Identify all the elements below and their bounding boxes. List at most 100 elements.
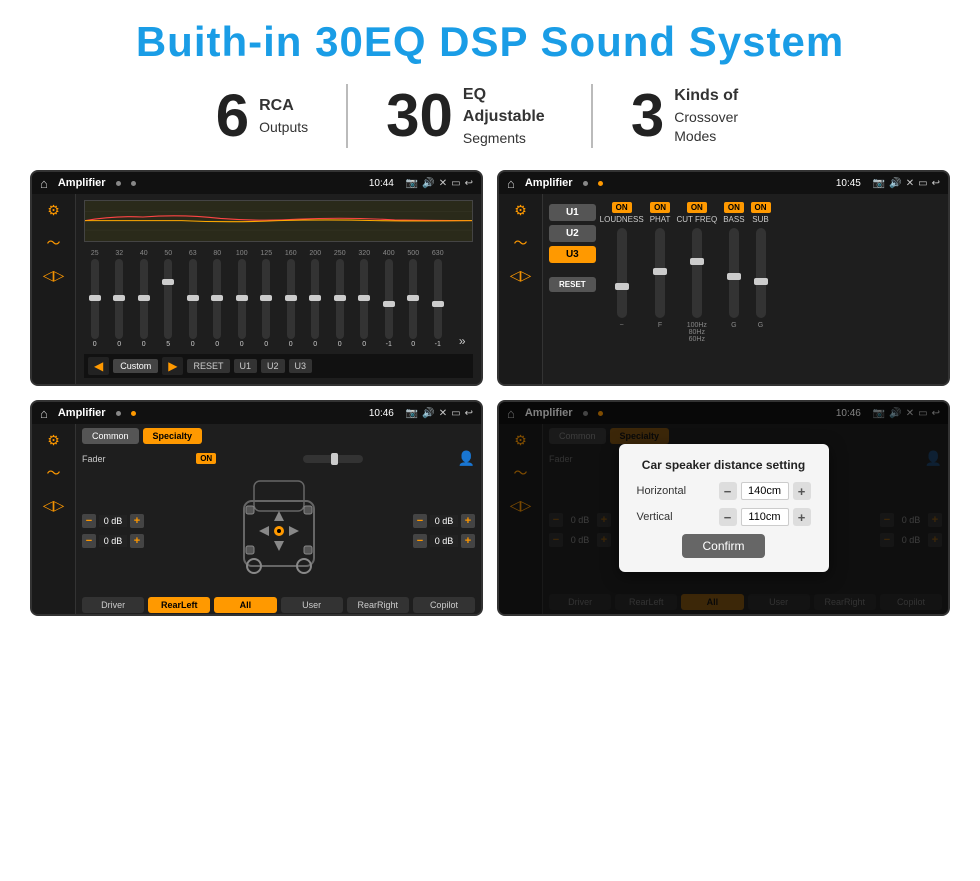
crossover-u1-btn[interactable]: U1 [549, 204, 596, 221]
left-volume-controls: − 0 dB + − 0 dB + [82, 514, 144, 548]
lr-minus[interactable]: − [82, 534, 96, 548]
eq-prev-btn[interactable]: ◀ [88, 357, 109, 375]
btn-rearright[interactable]: RearRight [347, 597, 409, 613]
eq-preset-label[interactable]: Custom [113, 359, 158, 373]
eq-u3-btn[interactable]: U3 [289, 359, 313, 373]
btn-rearleft[interactable]: RearLeft [148, 597, 210, 613]
eq-sidebar-icon3[interactable]: ◁▷ [43, 267, 65, 284]
horizontal-plus[interactable]: + [793, 482, 811, 500]
home-icon-2[interactable]: ⌂ [507, 176, 515, 191]
volume-icon-2: 🔊 [889, 178, 901, 189]
loudness-slider[interactable] [617, 228, 627, 318]
back-icon[interactable]: ↩ [465, 178, 473, 189]
eq-sidebar-icon2[interactable]: 〜 [47, 233, 61, 253]
cutfreq-slider[interactable] [692, 228, 702, 318]
back-icon-2[interactable]: ↩ [932, 178, 940, 189]
crossover-time: 10:45 [836, 178, 861, 189]
fader-profile-icon[interactable]: 👤 [458, 450, 475, 467]
eq-u2-btn[interactable]: U2 [261, 359, 285, 373]
bass-on: ON [724, 202, 744, 213]
vertical-plus[interactable]: + [793, 508, 811, 526]
volume-icon-3: 🔊 [422, 408, 434, 419]
fader-status-icons: 📷 🔊 ✕ ▭ ↩ [406, 408, 473, 419]
fader-main-content: Common Specialty Fader ON 👤 [76, 424, 481, 614]
crossover-u2-btn[interactable]: U2 [549, 225, 596, 242]
fader-sidebar-icon2[interactable]: 〜 [47, 463, 61, 483]
screen-icon: ▭ [451, 178, 460, 189]
screen-icon-3: ▭ [451, 408, 460, 419]
eq-status-bar: ⌂ Amplifier 10:44 📷 🔊 ✕ ▭ ↩ [32, 172, 481, 194]
dialog-title: Car speaker distance setting [637, 458, 811, 472]
cross-sidebar-icon3[interactable]: ◁▷ [510, 267, 532, 284]
btn-copilot[interactable]: Copilot [413, 597, 475, 613]
phat-on: ON [650, 202, 670, 213]
vertical-label: Vertical [637, 511, 673, 523]
back-icon-3[interactable]: ↩ [465, 408, 473, 419]
rf-val: 0 dB [430, 515, 458, 527]
loudness-on: ON [612, 202, 632, 213]
rr-minus[interactable]: − [413, 534, 427, 548]
vertical-minus[interactable]: − [719, 508, 737, 526]
eq-slider-200: 200 0 [305, 250, 327, 348]
eq-screen-body: ⚙ 〜 ◁▷ [32, 194, 481, 384]
eq-sidebar: ⚙ 〜 ◁▷ [32, 194, 76, 384]
horizontal-minus[interactable]: − [719, 482, 737, 500]
crossover-reset-btn[interactable]: RESET [549, 277, 596, 292]
fader-sidebar-icon1[interactable]: ⚙ [47, 432, 60, 449]
lf-plus[interactable]: + [130, 514, 144, 528]
btn-all[interactable]: All [214, 597, 276, 613]
rr-plus[interactable]: + [461, 534, 475, 548]
tab-specialty[interactable]: Specialty [143, 428, 203, 444]
phat-slider[interactable] [655, 228, 665, 318]
status-dot4 [598, 181, 603, 186]
bass-slider[interactable] [729, 228, 739, 318]
eq-sidebar-icon1[interactable]: ⚙ [47, 202, 60, 219]
horizontal-value: 140cm [741, 482, 789, 500]
speaker-bottom-buttons: Driver RearLeft All User RearRight Copil… [82, 597, 475, 613]
cutfreq-name: CUT FREQ [676, 215, 717, 224]
channel-cutfreq: ON CUT FREQ 100Hz80Hz60Hz [676, 202, 717, 376]
eq-controls-bar: ◀ Custom ▶ RESET U1 U2 U3 [84, 354, 473, 378]
stats-row: 6 RCA Outputs 30 EQ Adjustable Segments … [30, 84, 950, 148]
channel-loudness: ON LOUDNESS ~ [600, 202, 644, 376]
btn-driver[interactable]: Driver [82, 597, 144, 613]
camera-icon-2: 📷 [873, 178, 885, 189]
screens-grid: ⌂ Amplifier 10:44 📷 🔊 ✕ ▭ ↩ ⚙ 〜 ◁▷ [30, 170, 950, 616]
eq-reset-btn[interactable]: RESET [187, 359, 229, 373]
fader-h-sliders [303, 455, 363, 463]
fader-control-row: Fader ON 👤 [82, 450, 475, 467]
confirm-button[interactable]: Confirm [682, 534, 764, 558]
eq-screen: ⌂ Amplifier 10:44 📷 🔊 ✕ ▭ ↩ ⚙ 〜 ◁▷ [30, 170, 483, 386]
home-icon-3[interactable]: ⌂ [40, 406, 48, 421]
crossover-u3-btn[interactable]: U3 [549, 246, 596, 263]
phat-freq: F [658, 322, 662, 329]
crossover-screen: ⌂ Amplifier 10:45 📷 🔊 ✕ ▭ ↩ ⚙ 〜 ◁▷ [497, 170, 950, 386]
btn-user[interactable]: User [281, 597, 343, 613]
eq-slider-400: 400 -1 [378, 250, 400, 348]
lf-minus[interactable]: − [82, 514, 96, 528]
fader-h-track[interactable] [303, 455, 363, 463]
lr-plus[interactable]: + [130, 534, 144, 548]
rf-plus[interactable]: + [461, 514, 475, 528]
eq-u1-btn[interactable]: U1 [234, 359, 258, 373]
eq-main-content: 25 0 32 0 40 0 [76, 194, 481, 384]
car-diagram-container [152, 471, 405, 591]
close-icon-3: ✕ [439, 408, 447, 419]
cross-sidebar-icon1[interactable]: ⚙ [514, 202, 527, 219]
home-icon[interactable]: ⌂ [40, 176, 48, 191]
eq-status-icons: 📷 🔊 ✕ ▭ ↩ [406, 178, 473, 189]
tab-common[interactable]: Common [82, 428, 139, 444]
eq-next-btn[interactable]: ▶ [162, 357, 183, 375]
right-front-ctrl: − 0 dB + [413, 514, 475, 528]
sub-on: ON [751, 202, 771, 213]
stat-crossover-label: Kinds of Crossover Modes [674, 85, 764, 147]
stat-rca: 6 RCA Outputs [178, 86, 346, 146]
stat-eq-number: 30 [386, 86, 453, 146]
stat-eq-label: EQ Adjustable Segments [463, 84, 553, 148]
rf-minus[interactable]: − [413, 514, 427, 528]
sub-slider[interactable] [756, 228, 766, 318]
stat-rca-label: RCA Outputs [259, 95, 308, 137]
eq-expand[interactable]: » [452, 334, 474, 348]
cross-sidebar-icon2[interactable]: 〜 [514, 233, 528, 253]
fader-sidebar-icon3[interactable]: ◁▷ [43, 497, 65, 514]
